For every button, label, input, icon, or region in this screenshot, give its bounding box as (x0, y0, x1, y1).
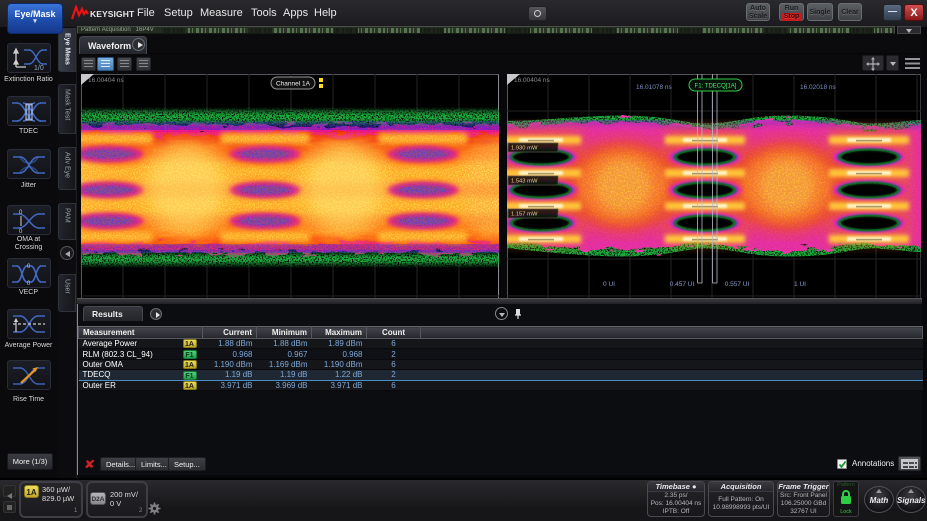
svg-text:0.557 UI: 0.557 UI (725, 281, 750, 288)
svg-text:16.00404 ns: 16.00404 ns (88, 77, 125, 84)
svg-text:F1: TDECQ[1A]: F1: TDECQ[1A] (695, 84, 737, 90)
svg-text:0: 0 (19, 229, 23, 234)
svg-text:16.02018 ns: 16.02018 ns (800, 84, 837, 91)
svg-text:0.457 UI: 0.457 UI (670, 281, 695, 288)
svg-text:1.157 mW: 1.157 mW (511, 212, 538, 218)
svg-text:16.00404 ns: 16.00404 ns (514, 77, 551, 84)
svg-text:1/0: 1/0 (34, 65, 44, 72)
svg-text:1.543 mW: 1.543 mW (511, 179, 538, 185)
svg-text:16.01078 ns: 16.01078 ns (636, 84, 673, 91)
svg-text:0 UI: 0 UI (603, 281, 615, 288)
svg-text:1 UI: 1 UI (794, 281, 806, 288)
svg-text:Channel 1A: Channel 1A (276, 81, 311, 88)
svg-text:0: 0 (27, 264, 31, 270)
svg-text:1.930 mW: 1.930 mW (511, 146, 538, 152)
